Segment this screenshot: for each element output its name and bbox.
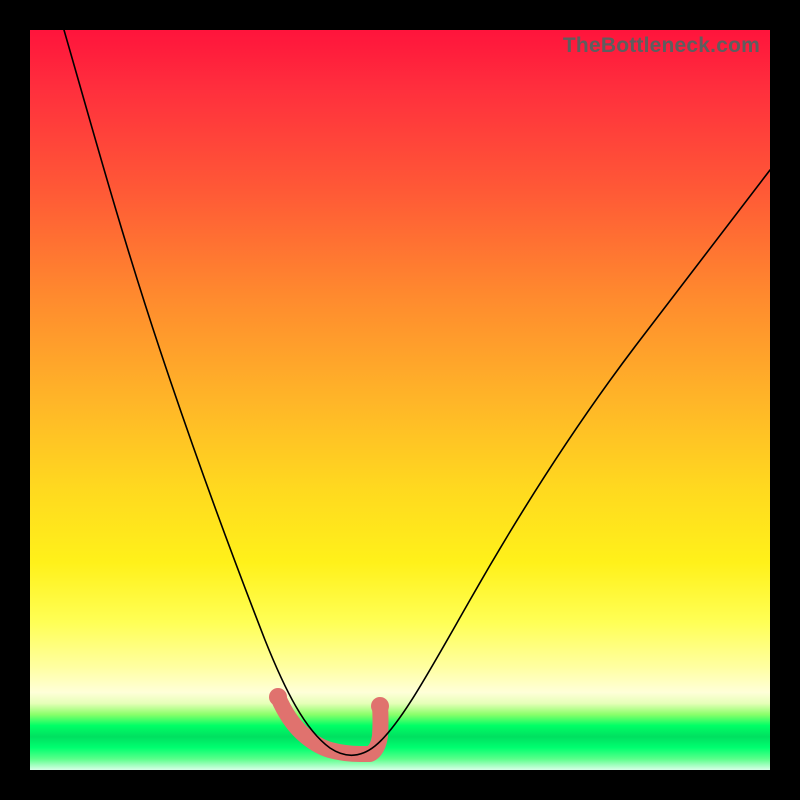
bottleneck-curve: [64, 30, 770, 755]
plot-area: TheBottleneck.com: [30, 30, 770, 770]
curve-layer: [30, 30, 770, 770]
highlight-dot-right: [371, 697, 389, 715]
chart-frame: TheBottleneck.com: [0, 0, 800, 800]
highlight-band: [269, 688, 389, 754]
highlight-path: [278, 697, 381, 754]
